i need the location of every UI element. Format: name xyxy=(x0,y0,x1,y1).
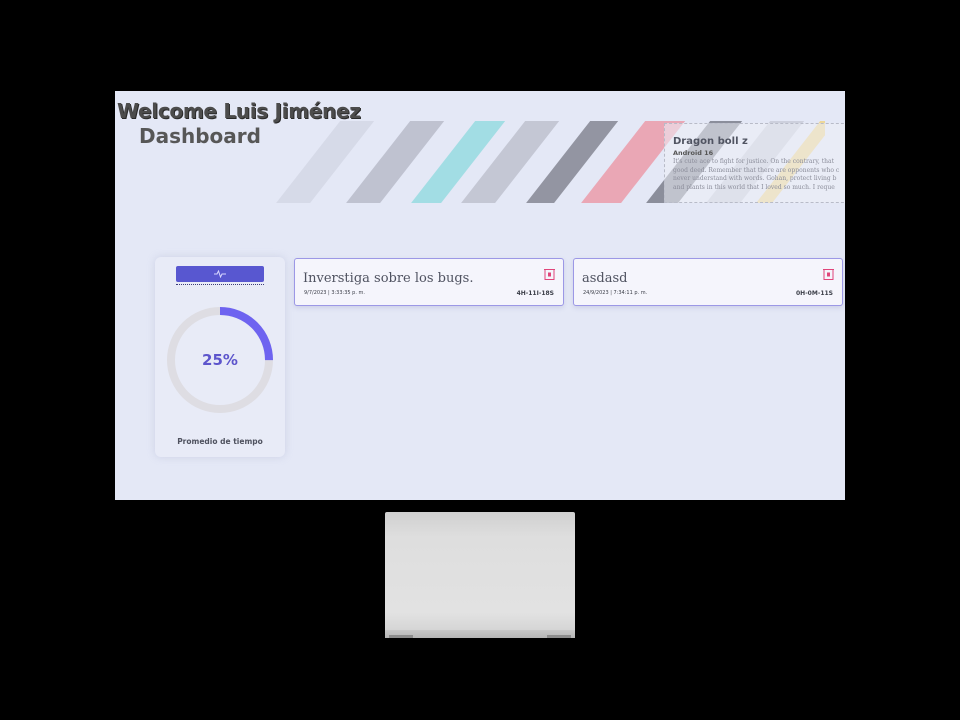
task-card[interactable]: Inverstiga sobre los bugs. 9/7/2023 | 3:… xyxy=(294,258,564,306)
trash-icon[interactable] xyxy=(544,267,555,280)
featured-subtitle: Android 16 xyxy=(673,149,714,157)
app-screen: Welcome Luis Jiménez Dashboard Dragon bo… xyxy=(115,91,845,500)
featured-description: It's cute ace to fight for justice. On t… xyxy=(673,158,840,191)
featured-card[interactable]: Dragon boll z Android 16 It's cute ace t… xyxy=(664,123,845,203)
task-date: 9/7/2023 | 3:33:35 p. m. xyxy=(304,290,365,296)
task-duration: 0H-0M-11S xyxy=(796,290,833,297)
stats-label: Promedio de tiempo xyxy=(177,437,263,446)
activity-icon xyxy=(214,270,226,278)
task-date: 24/9/2023 | 7:34:11 p. m. xyxy=(583,290,648,296)
welcome-heading: Welcome Luis Jiménez xyxy=(117,99,361,123)
stats-header-button[interactable] xyxy=(176,266,264,282)
stats-divider xyxy=(176,284,264,285)
task-title: Inverstiga sobre los bugs. xyxy=(303,271,474,286)
monitor-stand xyxy=(385,512,575,638)
trash-icon[interactable] xyxy=(823,267,834,280)
featured-title: Dragon boll z xyxy=(673,136,748,147)
time-stats-card: 25% Promedio de tiempo xyxy=(155,257,285,457)
page-title: Dashboard xyxy=(139,124,261,148)
task-duration: 4H-11I-18S xyxy=(516,290,554,297)
task-title: asdasd xyxy=(582,271,628,286)
progress-percent: 25% xyxy=(202,351,238,369)
task-card[interactable]: asdasd 24/9/2023 | 7:34:11 p. m. 0H-0M-1… xyxy=(573,258,843,306)
